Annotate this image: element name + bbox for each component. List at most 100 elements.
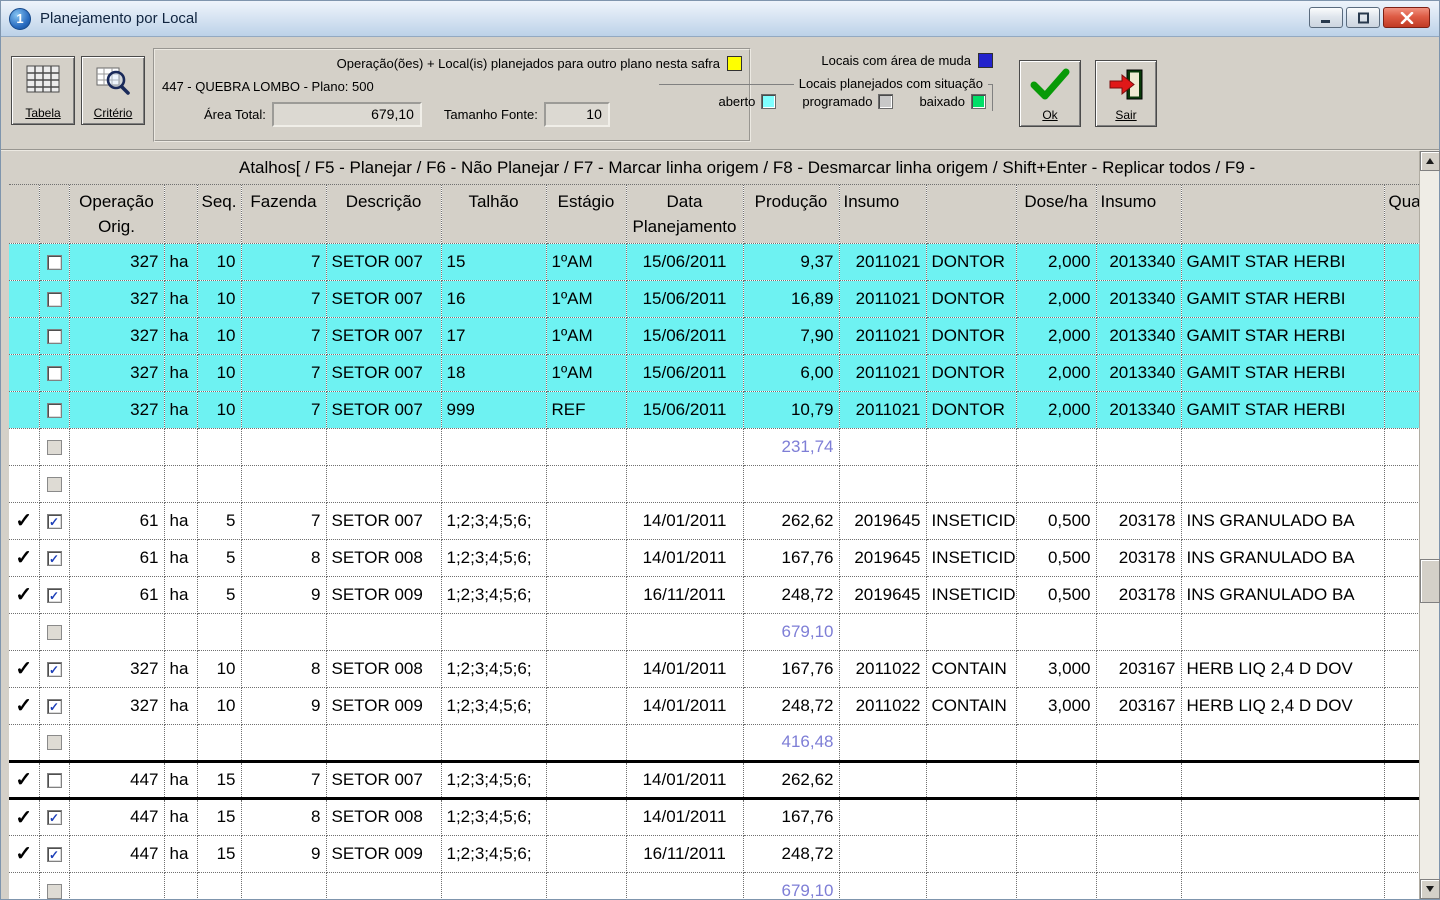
row-checkbox[interactable] — [47, 440, 62, 455]
cell-nome2[interactable] — [1181, 428, 1384, 465]
cell-ha[interactable]: ha — [164, 798, 197, 835]
cell-seq[interactable]: 10 — [197, 687, 241, 724]
row-checkbox[interactable] — [47, 329, 62, 344]
cell-ha[interactable]: ha — [164, 539, 197, 576]
cell-nome1[interactable] — [926, 761, 1016, 798]
cell-producao[interactable]: 16,89 — [743, 280, 839, 317]
table-row[interactable]: ✓✓61ha59SETOR 0091;2;3;4;5;6;16/11/20112… — [9, 576, 1419, 613]
column-header-quali[interactable]: Quali — [1384, 185, 1419, 243]
cell-talhao[interactable] — [441, 724, 546, 761]
cell-ha[interactable] — [164, 613, 197, 650]
cell-nome2[interactable] — [1181, 835, 1384, 872]
cell-insumo2[interactable]: 2013340 — [1096, 354, 1181, 391]
row-checkbox[interactable]: ✓ — [47, 699, 62, 714]
cell-op[interactable] — [69, 872, 164, 899]
cell-descricao[interactable]: SETOR 008 — [326, 650, 441, 687]
cell-nome1[interactable] — [926, 872, 1016, 899]
cell-insumo1[interactable] — [839, 465, 926, 502]
column-header-seq[interactable]: Seq. — [197, 185, 241, 243]
cell-insumo1[interactable] — [839, 724, 926, 761]
cell-nome1[interactable] — [926, 798, 1016, 835]
cell-data[interactable]: 14/01/2011 — [626, 502, 743, 539]
cell-dose[interactable]: 2,000 — [1016, 317, 1096, 354]
cell-op[interactable]: 327 — [69, 317, 164, 354]
cell-talhao[interactable]: 1;2;3;4;5;6; — [441, 539, 546, 576]
cell-producao[interactable]: 248,72 — [743, 687, 839, 724]
cell-insumo1[interactable]: 2011021 — [839, 317, 926, 354]
cell-descricao[interactable]: SETOR 007 — [326, 354, 441, 391]
cell-descricao[interactable] — [326, 428, 441, 465]
cell-descricao[interactable]: SETOR 007 — [326, 391, 441, 428]
cell-quali[interactable] — [1384, 539, 1419, 576]
cell-quali[interactable] — [1384, 317, 1419, 354]
row-checkbox[interactable]: ✓ — [47, 588, 62, 603]
row-checkbox[interactable] — [47, 403, 62, 418]
cell-descricao[interactable]: SETOR 009 — [326, 835, 441, 872]
cell-insumo2[interactable] — [1096, 724, 1181, 761]
cell-data[interactable]: 15/06/2011 — [626, 243, 743, 280]
cell-producao[interactable]: 248,72 — [743, 576, 839, 613]
cell-cb[interactable] — [39, 280, 69, 317]
column-header-nome1[interactable] — [926, 185, 1016, 243]
cell-insumo1[interactable] — [839, 872, 926, 899]
cell-seq[interactable]: 5 — [197, 576, 241, 613]
cell-data[interactable]: 15/06/2011 — [626, 354, 743, 391]
cell-estagio[interactable] — [546, 613, 626, 650]
cell-ha[interactable] — [164, 465, 197, 502]
cell-insumo1[interactable]: 2019645 — [839, 502, 926, 539]
cell-producao[interactable]: 6,00 — [743, 354, 839, 391]
cell-insumo1[interactable]: 2019645 — [839, 539, 926, 576]
cell-nome1[interactable]: DONTOR — [926, 317, 1016, 354]
cell-descricao[interactable]: SETOR 007 — [326, 761, 441, 798]
cell-op[interactable]: 61 — [69, 502, 164, 539]
cell-talhao[interactable]: 1;2;3;4;5;6; — [441, 835, 546, 872]
column-header-dose[interactable]: Dose/ha — [1016, 185, 1096, 243]
cell-nome2[interactable]: GAMIT STAR HERBI — [1181, 354, 1384, 391]
cell-nome2[interactable]: GAMIT STAR HERBI — [1181, 280, 1384, 317]
column-header-talhao[interactable]: Talhão — [441, 185, 546, 243]
cell-seq[interactable]: 5 — [197, 502, 241, 539]
cell-fazenda[interactable]: 7 — [241, 391, 326, 428]
cell-descricao[interactable] — [326, 724, 441, 761]
cell-nome2[interactable]: INS GRANULADO BA — [1181, 576, 1384, 613]
cell-dose[interactable] — [1016, 761, 1096, 798]
cell-producao[interactable]: 679,10 — [743, 872, 839, 899]
cell-nome1[interactable] — [926, 724, 1016, 761]
row-checkbox[interactable] — [47, 292, 62, 307]
table-row[interactable]: 327ha107SETOR 007161ºAM15/06/201116,8920… — [9, 280, 1419, 317]
cell-op[interactable]: 327 — [69, 391, 164, 428]
row-origin-marker[interactable] — [9, 280, 39, 317]
cell-producao[interactable]: 231,74 — [743, 428, 839, 465]
cell-producao[interactable]: 416,48 — [743, 724, 839, 761]
column-header-nome2[interactable] — [1181, 185, 1384, 243]
cell-data[interactable] — [626, 872, 743, 899]
cell-insumo2[interactable]: 203178 — [1096, 539, 1181, 576]
row-origin-marker[interactable] — [9, 317, 39, 354]
cell-descricao[interactable]: SETOR 007 — [326, 502, 441, 539]
cell-seq[interactable] — [197, 428, 241, 465]
cell-estagio[interactable] — [546, 687, 626, 724]
cell-insumo1[interactable] — [839, 613, 926, 650]
column-header-producao[interactable]: Produção — [743, 185, 839, 243]
cell-ha[interactable]: ha — [164, 687, 197, 724]
cell-descricao[interactable]: SETOR 009 — [326, 687, 441, 724]
cell-cb[interactable]: ✓ — [39, 539, 69, 576]
cell-estagio[interactable] — [546, 724, 626, 761]
table-row[interactable]: ✓✓447ha159SETOR 0091;2;3;4;5;6;16/11/201… — [9, 835, 1419, 872]
cell-insumo1[interactable]: 2011021 — [839, 280, 926, 317]
row-checkbox[interactable]: ✓ — [47, 551, 62, 566]
cell-dose[interactable]: 0,500 — [1016, 502, 1096, 539]
cell-nome1[interactable]: INSETICID — [926, 502, 1016, 539]
cell-quali[interactable] — [1384, 465, 1419, 502]
area-total-field[interactable] — [272, 102, 422, 127]
cell-fazenda[interactable]: 9 — [241, 687, 326, 724]
cell-op[interactable] — [69, 724, 164, 761]
cell-quali[interactable] — [1384, 428, 1419, 465]
cell-op[interactable] — [69, 613, 164, 650]
table-row[interactable]: 679,10 — [9, 613, 1419, 650]
row-origin-marker[interactable] — [9, 354, 39, 391]
cell-insumo2[interactable]: 2013340 — [1096, 280, 1181, 317]
cell-fazenda[interactable]: 7 — [241, 761, 326, 798]
cell-talhao[interactable]: 18 — [441, 354, 546, 391]
cell-descricao[interactable] — [326, 465, 441, 502]
